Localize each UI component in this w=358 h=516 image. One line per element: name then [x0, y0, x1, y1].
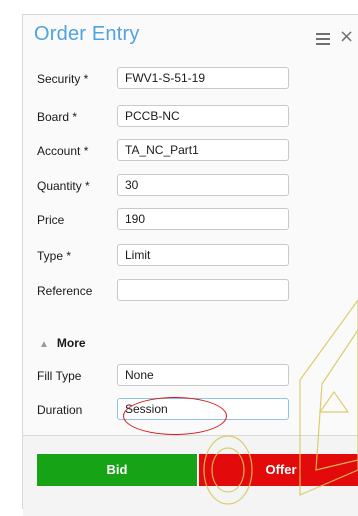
fill-type-label: Fill Type	[37, 369, 82, 383]
fill-type-select[interactable]: None	[117, 364, 289, 386]
bid-button[interactable]: Bid	[37, 454, 197, 486]
quantity-input[interactable]: 30	[117, 174, 289, 196]
title-bar: Order Entry ×	[23, 15, 358, 61]
reference-input[interactable]	[117, 279, 289, 301]
type-row: Type * Limit	[23, 244, 358, 270]
security-row: Security * FWV1-S-51-19	[23, 67, 358, 93]
offer-button[interactable]: Offer	[199, 454, 358, 486]
price-label: Price	[37, 213, 65, 227]
price-row: Price 190	[23, 208, 358, 234]
board-row: Board * PCCB-NC	[23, 105, 358, 131]
fill-type-row: Fill Type None	[23, 364, 358, 390]
hamburger-menu-icon[interactable]	[316, 33, 330, 45]
close-icon[interactable]: ×	[339, 26, 354, 47]
account-input[interactable]: TA_NC_Part1	[117, 139, 289, 161]
order-entry-panel: Order Entry × Security * FWV1-S-51-19 Bo…	[22, 14, 358, 516]
reference-label: Reference	[37, 284, 93, 298]
action-bar: Bid Offer	[23, 435, 358, 516]
account-row: Account * TA_NC_Part1	[23, 139, 358, 165]
quantity-row: Quantity * 30	[23, 174, 358, 200]
account-label: Account *	[37, 144, 89, 158]
more-toggle[interactable]: ▲ More	[39, 336, 86, 350]
security-label: Security *	[37, 72, 89, 86]
quantity-label: Quantity *	[37, 179, 90, 193]
reference-row: Reference	[23, 279, 358, 305]
board-label: Board *	[37, 110, 78, 124]
duration-select[interactable]: Session	[117, 398, 289, 420]
type-select[interactable]: Limit	[117, 244, 289, 266]
more-label: More	[56, 336, 86, 350]
price-input[interactable]: 190	[117, 208, 289, 230]
collapse-caret-icon: ▲	[39, 339, 49, 350]
panel-title: Order Entry	[34, 23, 140, 45]
type-label: Type *	[37, 249, 72, 263]
duration-row: Duration Session	[23, 398, 358, 424]
board-input[interactable]: PCCB-NC	[117, 105, 289, 127]
duration-label: Duration	[37, 403, 83, 417]
security-input[interactable]: FWV1-S-51-19	[117, 67, 289, 89]
